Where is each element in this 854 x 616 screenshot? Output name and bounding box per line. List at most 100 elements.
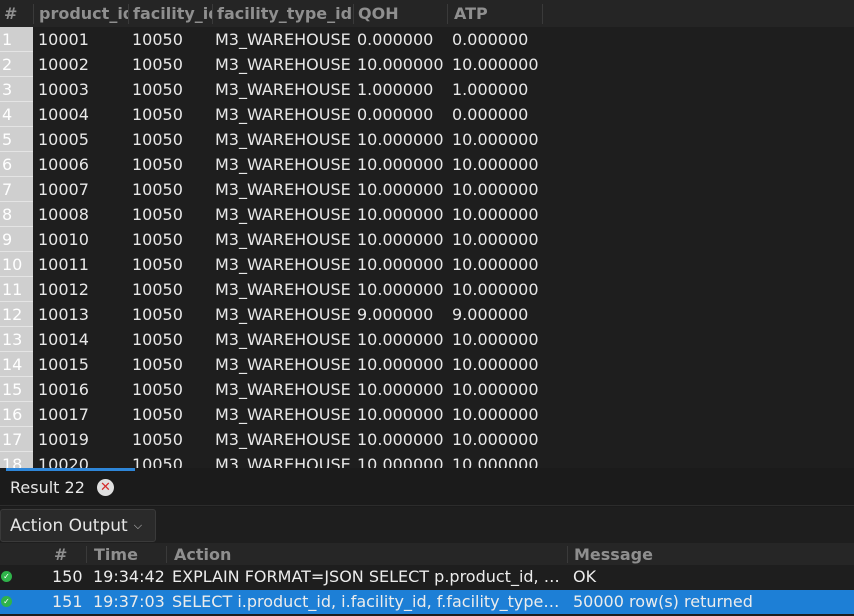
cell-facility-id[interactable]: 10050 — [132, 227, 212, 252]
table-row[interactable]: 7 10007 10050 M3_WAREHOUSE 10.000000 10.00000… — [0, 177, 854, 202]
tab-result-22[interactable]: Result 22 ✕ — [10, 472, 114, 502]
cell-atp[interactable]: 10.000000 — [452, 127, 544, 152]
column-header-facility-type-id[interactable]: facility_type_id — [213, 0, 353, 27]
column-divider[interactable] — [447, 4, 448, 24]
cell-facility-type-id[interactable]: M3_WAREHOUSE — [215, 27, 355, 52]
row-number[interactable]: 13 — [0, 327, 33, 352]
cell-atp[interactable]: 10.000000 — [452, 152, 544, 177]
table-row[interactable]: 14 10015 10050 M3_WAREHOUSE 10.000000 10.0000… — [0, 352, 854, 377]
cell-product-id[interactable]: 10004 — [38, 102, 128, 127]
output-row[interactable]: ✓ 150 19:34:42 EXPLAIN FORMAT=JSON SELEC… — [0, 565, 854, 589]
cell-atp[interactable]: 10.000000 — [452, 402, 544, 427]
cell-product-id[interactable]: 10007 — [38, 177, 128, 202]
cell-facility-type-id[interactable]: M3_WAREHOUSE — [215, 327, 355, 352]
row-number[interactable]: 10 — [0, 252, 33, 277]
cell-product-id[interactable]: 10019 — [38, 427, 128, 452]
cell-qoh[interactable]: 10.000000 — [357, 327, 449, 352]
cell-facility-id[interactable]: 10050 — [132, 352, 212, 377]
table-row[interactable]: 18 10020 10050 M3_WAREHOUSE 10.000000 10.0000… — [0, 452, 854, 468]
cell-facility-id[interactable]: 10050 — [132, 27, 212, 52]
row-number[interactable]: 9 — [0, 227, 33, 252]
cell-facility-id[interactable]: 10050 — [132, 452, 212, 468]
cell-facility-id[interactable]: 10050 — [132, 202, 212, 227]
column-header-qoh[interactable]: QOH — [354, 0, 446, 27]
cell-facility-id[interactable]: 10050 — [132, 77, 212, 102]
row-number[interactable]: 8 — [0, 202, 33, 227]
cell-product-id[interactable]: 10003 — [38, 77, 128, 102]
row-number[interactable]: 3 — [0, 77, 33, 102]
column-header-num[interactable]: # — [54, 543, 67, 565]
cell-atp[interactable]: 1.000000 — [452, 77, 544, 102]
column-divider[interactable] — [166, 546, 167, 563]
cell-product-id[interactable]: 10002 — [38, 52, 128, 77]
output-row-selected[interactable]: ✓ 151 19:37:03 SELECT i.product_id, i.fa… — [0, 590, 854, 614]
cell-facility-type-id[interactable]: M3_WAREHOUSE — [215, 77, 355, 102]
cell-facility-type-id[interactable]: M3_WAREHOUSE — [215, 52, 355, 77]
cell-facility-type-id[interactable]: M3_WAREHOUSE — [215, 302, 355, 327]
row-number[interactable]: 11 — [0, 277, 33, 302]
cell-qoh[interactable]: 10.000000 — [357, 227, 449, 252]
cell-qoh[interactable]: 0.000000 — [357, 27, 449, 52]
cell-facility-id[interactable]: 10050 — [132, 152, 212, 177]
cell-facility-type-id[interactable]: M3_WAREHOUSE — [215, 452, 355, 468]
result-grid[interactable]: # product_id facility_id facility_type_i… — [0, 0, 854, 468]
cell-product-id[interactable]: 10020 — [38, 452, 128, 468]
cell-product-id[interactable]: 10008 — [38, 202, 128, 227]
cell-qoh[interactable]: 10.000000 — [357, 52, 449, 77]
cell-qoh[interactable]: 10.000000 — [357, 452, 449, 468]
table-row[interactable]: 12 10013 10050 M3_WAREHOUSE 9.000000 9.000000 — [0, 302, 854, 327]
cell-qoh[interactable]: 10.000000 — [357, 127, 449, 152]
cell-facility-id[interactable]: 10050 — [132, 277, 212, 302]
table-row[interactable]: 11 10012 10050 M3_WAREHOUSE 10.000000 10.0000… — [0, 277, 854, 302]
cell-product-id[interactable]: 10015 — [38, 352, 128, 377]
cell-product-id[interactable]: 10016 — [38, 377, 128, 402]
cell-product-id[interactable]: 10017 — [38, 402, 128, 427]
column-divider[interactable] — [542, 4, 543, 24]
table-row[interactable]: 3 10003 10050 M3_WAREHOUSE 1.000000 1.000000 — [0, 77, 854, 102]
row-number[interactable]: 15 — [0, 377, 33, 402]
table-row[interactable]: 10 10011 10050 M3_WAREHOUSE 10.000000 10.0000… — [0, 252, 854, 277]
cell-atp[interactable]: 10.000000 — [452, 277, 544, 302]
cell-facility-type-id[interactable]: M3_WAREHOUSE — [215, 252, 355, 277]
cell-facility-id[interactable]: 10050 — [132, 327, 212, 352]
cell-facility-id[interactable]: 10050 — [132, 102, 212, 127]
cell-product-id[interactable]: 10006 — [38, 152, 128, 177]
table-row[interactable]: 4 10004 10050 M3_WAREHOUSE 0.000000 0.000000 — [0, 102, 854, 127]
cell-atp[interactable]: 10.000000 — [452, 452, 544, 468]
cell-qoh[interactable]: 10.000000 — [357, 427, 449, 452]
cell-facility-type-id[interactable]: M3_WAREHOUSE — [215, 402, 355, 427]
cell-qoh[interactable]: 0.000000 — [357, 102, 449, 127]
row-number[interactable]: 6 — [0, 152, 33, 177]
cell-qoh[interactable]: 10.000000 — [357, 277, 449, 302]
cell-facility-type-id[interactable]: M3_WAREHOUSE — [215, 427, 355, 452]
close-icon[interactable]: ✕ — [96, 478, 114, 496]
cell-qoh[interactable]: 10.000000 — [357, 352, 449, 377]
cell-atp[interactable]: 10.000000 — [452, 252, 544, 277]
cell-atp[interactable]: 10.000000 — [452, 177, 544, 202]
cell-facility-id[interactable]: 10050 — [132, 127, 212, 152]
table-row[interactable]: 6 10006 10050 M3_WAREHOUSE 10.000000 10.00000… — [0, 152, 854, 177]
table-row[interactable]: 8 10008 10050 M3_WAREHOUSE 10.000000 10.00000… — [0, 202, 854, 227]
cell-product-id[interactable]: 10011 — [38, 252, 128, 277]
row-number[interactable]: 7 — [0, 177, 33, 202]
column-divider[interactable] — [86, 546, 87, 563]
cell-atp[interactable]: 10.000000 — [452, 227, 544, 252]
table-row[interactable]: 15 10016 10050 M3_WAREHOUSE 10.000000 10.0000… — [0, 377, 854, 402]
column-header-product-id[interactable]: product_id — [35, 0, 128, 27]
cell-facility-id[interactable]: 10050 — [132, 252, 212, 277]
table-row[interactable]: 9 10010 10050 M3_WAREHOUSE 10.000000 10.00000… — [0, 227, 854, 252]
cell-atp[interactable]: 10.000000 — [452, 377, 544, 402]
cell-atp[interactable]: 0.000000 — [452, 27, 544, 52]
cell-facility-id[interactable]: 10050 — [132, 52, 212, 77]
column-divider[interactable] — [567, 546, 568, 563]
table-row[interactable]: 17 10019 10050 M3_WAREHOUSE 10.000000 10.0000… — [0, 427, 854, 452]
cell-atp[interactable]: 0.000000 — [452, 102, 544, 127]
cell-atp[interactable]: 10.000000 — [452, 327, 544, 352]
cell-facility-type-id[interactable]: M3_WAREHOUSE — [215, 377, 355, 402]
column-header-message[interactable]: Message — [574, 543, 653, 565]
row-number[interactable]: 18 — [0, 452, 33, 468]
cell-facility-type-id[interactable]: M3_WAREHOUSE — [215, 177, 355, 202]
row-number[interactable]: 2 — [0, 52, 33, 77]
table-row[interactable]: 13 10014 10050 M3_WAREHOUSE 10.000000 10.0000… — [0, 327, 854, 352]
column-divider[interactable] — [33, 4, 34, 24]
